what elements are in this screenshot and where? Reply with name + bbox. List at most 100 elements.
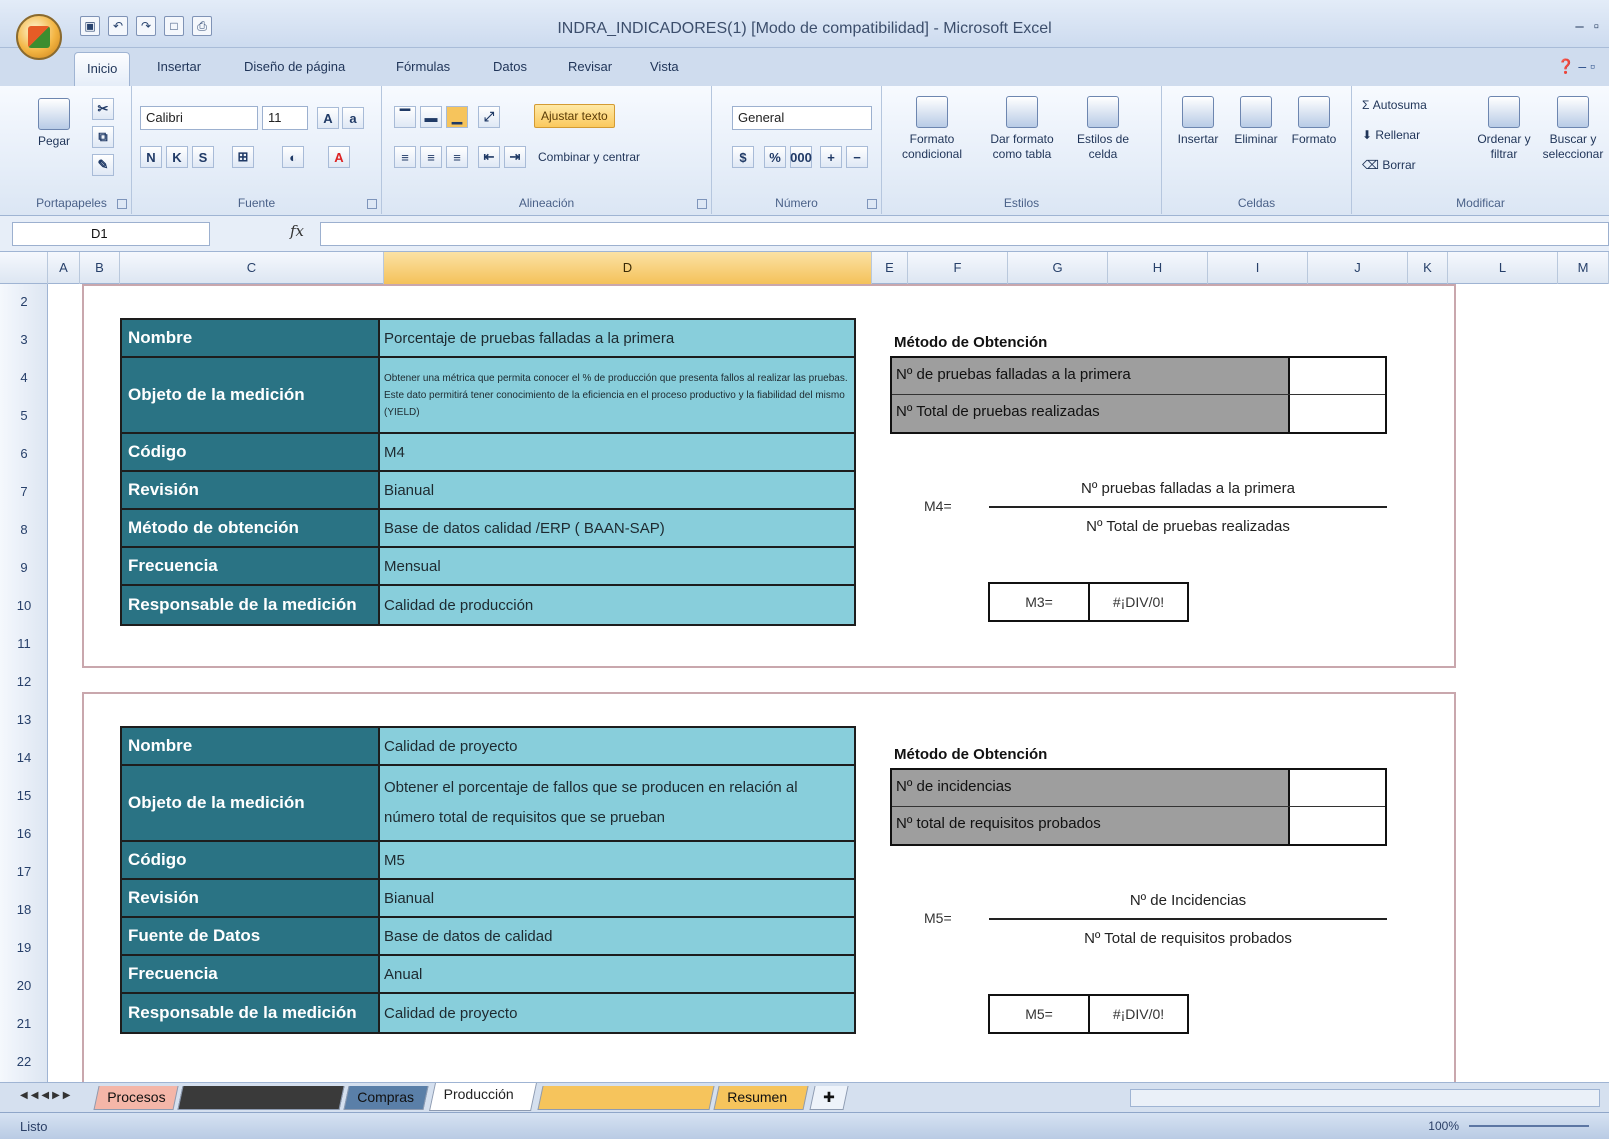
tab-inicio[interactable]: Inicio: [74, 52, 131, 86]
autosum-button[interactable]: Σ Autosuma: [1362, 98, 1427, 112]
paste-button[interactable]: Pegar: [34, 98, 74, 149]
underline-icon[interactable]: S: [192, 146, 214, 168]
row-header[interactable]: 14: [0, 750, 48, 765]
result-box[interactable]: M5= #¡DIV/0!: [988, 994, 1189, 1034]
column-header[interactable]: H: [1108, 252, 1208, 284]
sheet-tab-resumen[interactable]: Resumen: [713, 1086, 809, 1110]
increase-decimal-icon[interactable]: +: [820, 146, 842, 168]
tab-insertar[interactable]: Insertar: [157, 59, 201, 74]
row-header[interactable]: 19: [0, 940, 48, 955]
bold-icon[interactable]: N: [140, 146, 162, 168]
column-header[interactable]: K: [1408, 252, 1448, 284]
sheet-nav-buttons[interactable]: ◀◀◀▶▶: [20, 1090, 73, 1101]
column-header[interactable]: E: [872, 252, 908, 284]
dialog-launcher-icon[interactable]: [697, 199, 707, 209]
table-row[interactable]: Revisión Bianual: [122, 880, 854, 918]
help-icon[interactable]: ❓ – ▫: [1557, 58, 1595, 75]
tab-revisar[interactable]: Revisar: [568, 59, 612, 74]
formula-input[interactable]: [320, 222, 1609, 246]
method-value-cell[interactable]: [1290, 358, 1385, 394]
cut-icon[interactable]: ✂: [92, 98, 114, 120]
zoom-slider[interactable]: [1469, 1125, 1589, 1127]
table-row[interactable]: Nº de pruebas falladas a la primera: [892, 358, 1385, 395]
fill-color-icon[interactable]: ◐: [282, 146, 304, 168]
sheet-tab-produccion[interactable]: Producción: [429, 1083, 537, 1111]
align-bottom-icon[interactable]: ▁: [446, 106, 468, 128]
method-value-cell[interactable]: [1290, 770, 1385, 806]
align-center-icon[interactable]: ≡: [420, 146, 442, 168]
table-row[interactable]: Código M5: [122, 842, 854, 880]
column-header[interactable]: G: [1008, 252, 1108, 284]
tab-diseno-pagina[interactable]: Diseño de página: [244, 59, 345, 74]
sheet-tab-procesos[interactable]: Procesos: [93, 1086, 179, 1110]
table-row[interactable]: Nombre Calidad de proyecto: [122, 728, 854, 766]
table-row[interactable]: Fuente de Datos Base de datos de calidad: [122, 918, 854, 956]
sheet-tab-hidden-name[interactable]: [537, 1086, 715, 1110]
column-header[interactable]: B: [80, 252, 120, 284]
dialog-launcher-icon[interactable]: [867, 199, 877, 209]
align-top-icon[interactable]: ▔: [394, 106, 416, 128]
currency-icon[interactable]: $: [732, 146, 754, 168]
row-header[interactable]: 17: [0, 864, 48, 879]
borders-icon[interactable]: ⊞: [232, 146, 254, 168]
zoom-level[interactable]: 100%: [1428, 1119, 1459, 1133]
minimize-icon[interactable]: –: [1575, 18, 1583, 35]
table-row[interactable]: Revisión Bianual: [122, 472, 854, 510]
copy-icon[interactable]: ⧉: [92, 126, 114, 148]
method-value-cell[interactable]: [1290, 807, 1385, 844]
row-header[interactable]: 5: [0, 408, 48, 423]
row-header[interactable]: 8: [0, 522, 48, 537]
row-header[interactable]: 7: [0, 484, 48, 499]
insert-sheet-icon[interactable]: ✚: [809, 1086, 849, 1110]
column-header[interactable]: I: [1208, 252, 1308, 284]
column-header[interactable]: L: [1448, 252, 1558, 284]
column-header[interactable]: C: [120, 252, 384, 284]
merge-center-button[interactable]: Combinar y centrar: [538, 150, 640, 164]
table-row[interactable]: Objeto de la medición Obtener una métric…: [122, 358, 854, 434]
fill-button[interactable]: ⬇ Rellenar: [1362, 128, 1420, 142]
table-row[interactable]: Frecuencia Anual: [122, 956, 854, 994]
align-middle-icon[interactable]: ▬: [420, 106, 442, 128]
column-header[interactable]: J: [1308, 252, 1408, 284]
select-all-corner[interactable]: [0, 252, 48, 284]
row-header[interactable]: 13: [0, 712, 48, 727]
wrap-text-button[interactable]: Ajustar texto: [534, 104, 615, 128]
table-row[interactable]: Nº total de requisitos probados: [892, 807, 1385, 844]
method-value-cell[interactable]: [1290, 395, 1385, 432]
horizontal-scrollbar[interactable]: [1130, 1089, 1600, 1107]
find-select-button[interactable]: Buscar y seleccionar: [1540, 96, 1606, 162]
row-header[interactable]: 12: [0, 674, 48, 689]
table-row[interactable]: Nº de incidencias: [892, 770, 1385, 807]
font-size-select[interactable]: 11: [262, 106, 308, 130]
row-header[interactable]: 18: [0, 902, 48, 917]
font-color-icon[interactable]: A: [328, 146, 350, 168]
percent-icon[interactable]: %: [764, 146, 786, 168]
table-row[interactable]: Método de obtención Base de datos calida…: [122, 510, 854, 548]
table-row[interactable]: Responsable de la medición Calidad de pr…: [122, 586, 854, 624]
format-cells-button[interactable]: Formato: [1286, 96, 1342, 147]
insert-function-icon[interactable]: fx: [290, 222, 304, 240]
table-row[interactable]: Código M4: [122, 434, 854, 472]
clear-button[interactable]: ⌫ Borrar: [1362, 158, 1416, 172]
column-header[interactable]: A: [48, 252, 80, 284]
row-header[interactable]: 16: [0, 826, 48, 841]
row-header[interactable]: 6: [0, 446, 48, 461]
row-header[interactable]: 2: [0, 294, 48, 309]
name-box[interactable]: D1: [12, 222, 210, 246]
shrink-font-icon[interactable]: a: [342, 107, 364, 129]
office-button[interactable]: [16, 14, 62, 60]
insert-cells-button[interactable]: Insertar: [1170, 96, 1226, 147]
increase-indent-icon[interactable]: ⇥: [504, 146, 526, 168]
worksheet-grid[interactable]: Nombre Porcentaje de pruebas falladas a …: [48, 284, 1609, 1082]
italic-icon[interactable]: K: [166, 146, 188, 168]
conditional-format-button[interactable]: Formato condicional: [890, 96, 974, 162]
column-header-selected[interactable]: D: [384, 252, 872, 284]
format-as-table-button[interactable]: Dar formato como tabla: [980, 96, 1064, 162]
row-header[interactable]: 4: [0, 370, 48, 385]
tab-datos[interactable]: Datos: [493, 59, 527, 74]
grow-font-icon[interactable]: A: [317, 107, 339, 129]
result-box[interactable]: M3= #¡DIV/0!: [988, 582, 1189, 622]
tab-formulas[interactable]: Fórmulas: [396, 59, 450, 74]
align-right-icon[interactable]: ≡: [446, 146, 468, 168]
table-row[interactable]: Responsable de la medición Calidad de pr…: [122, 994, 854, 1032]
